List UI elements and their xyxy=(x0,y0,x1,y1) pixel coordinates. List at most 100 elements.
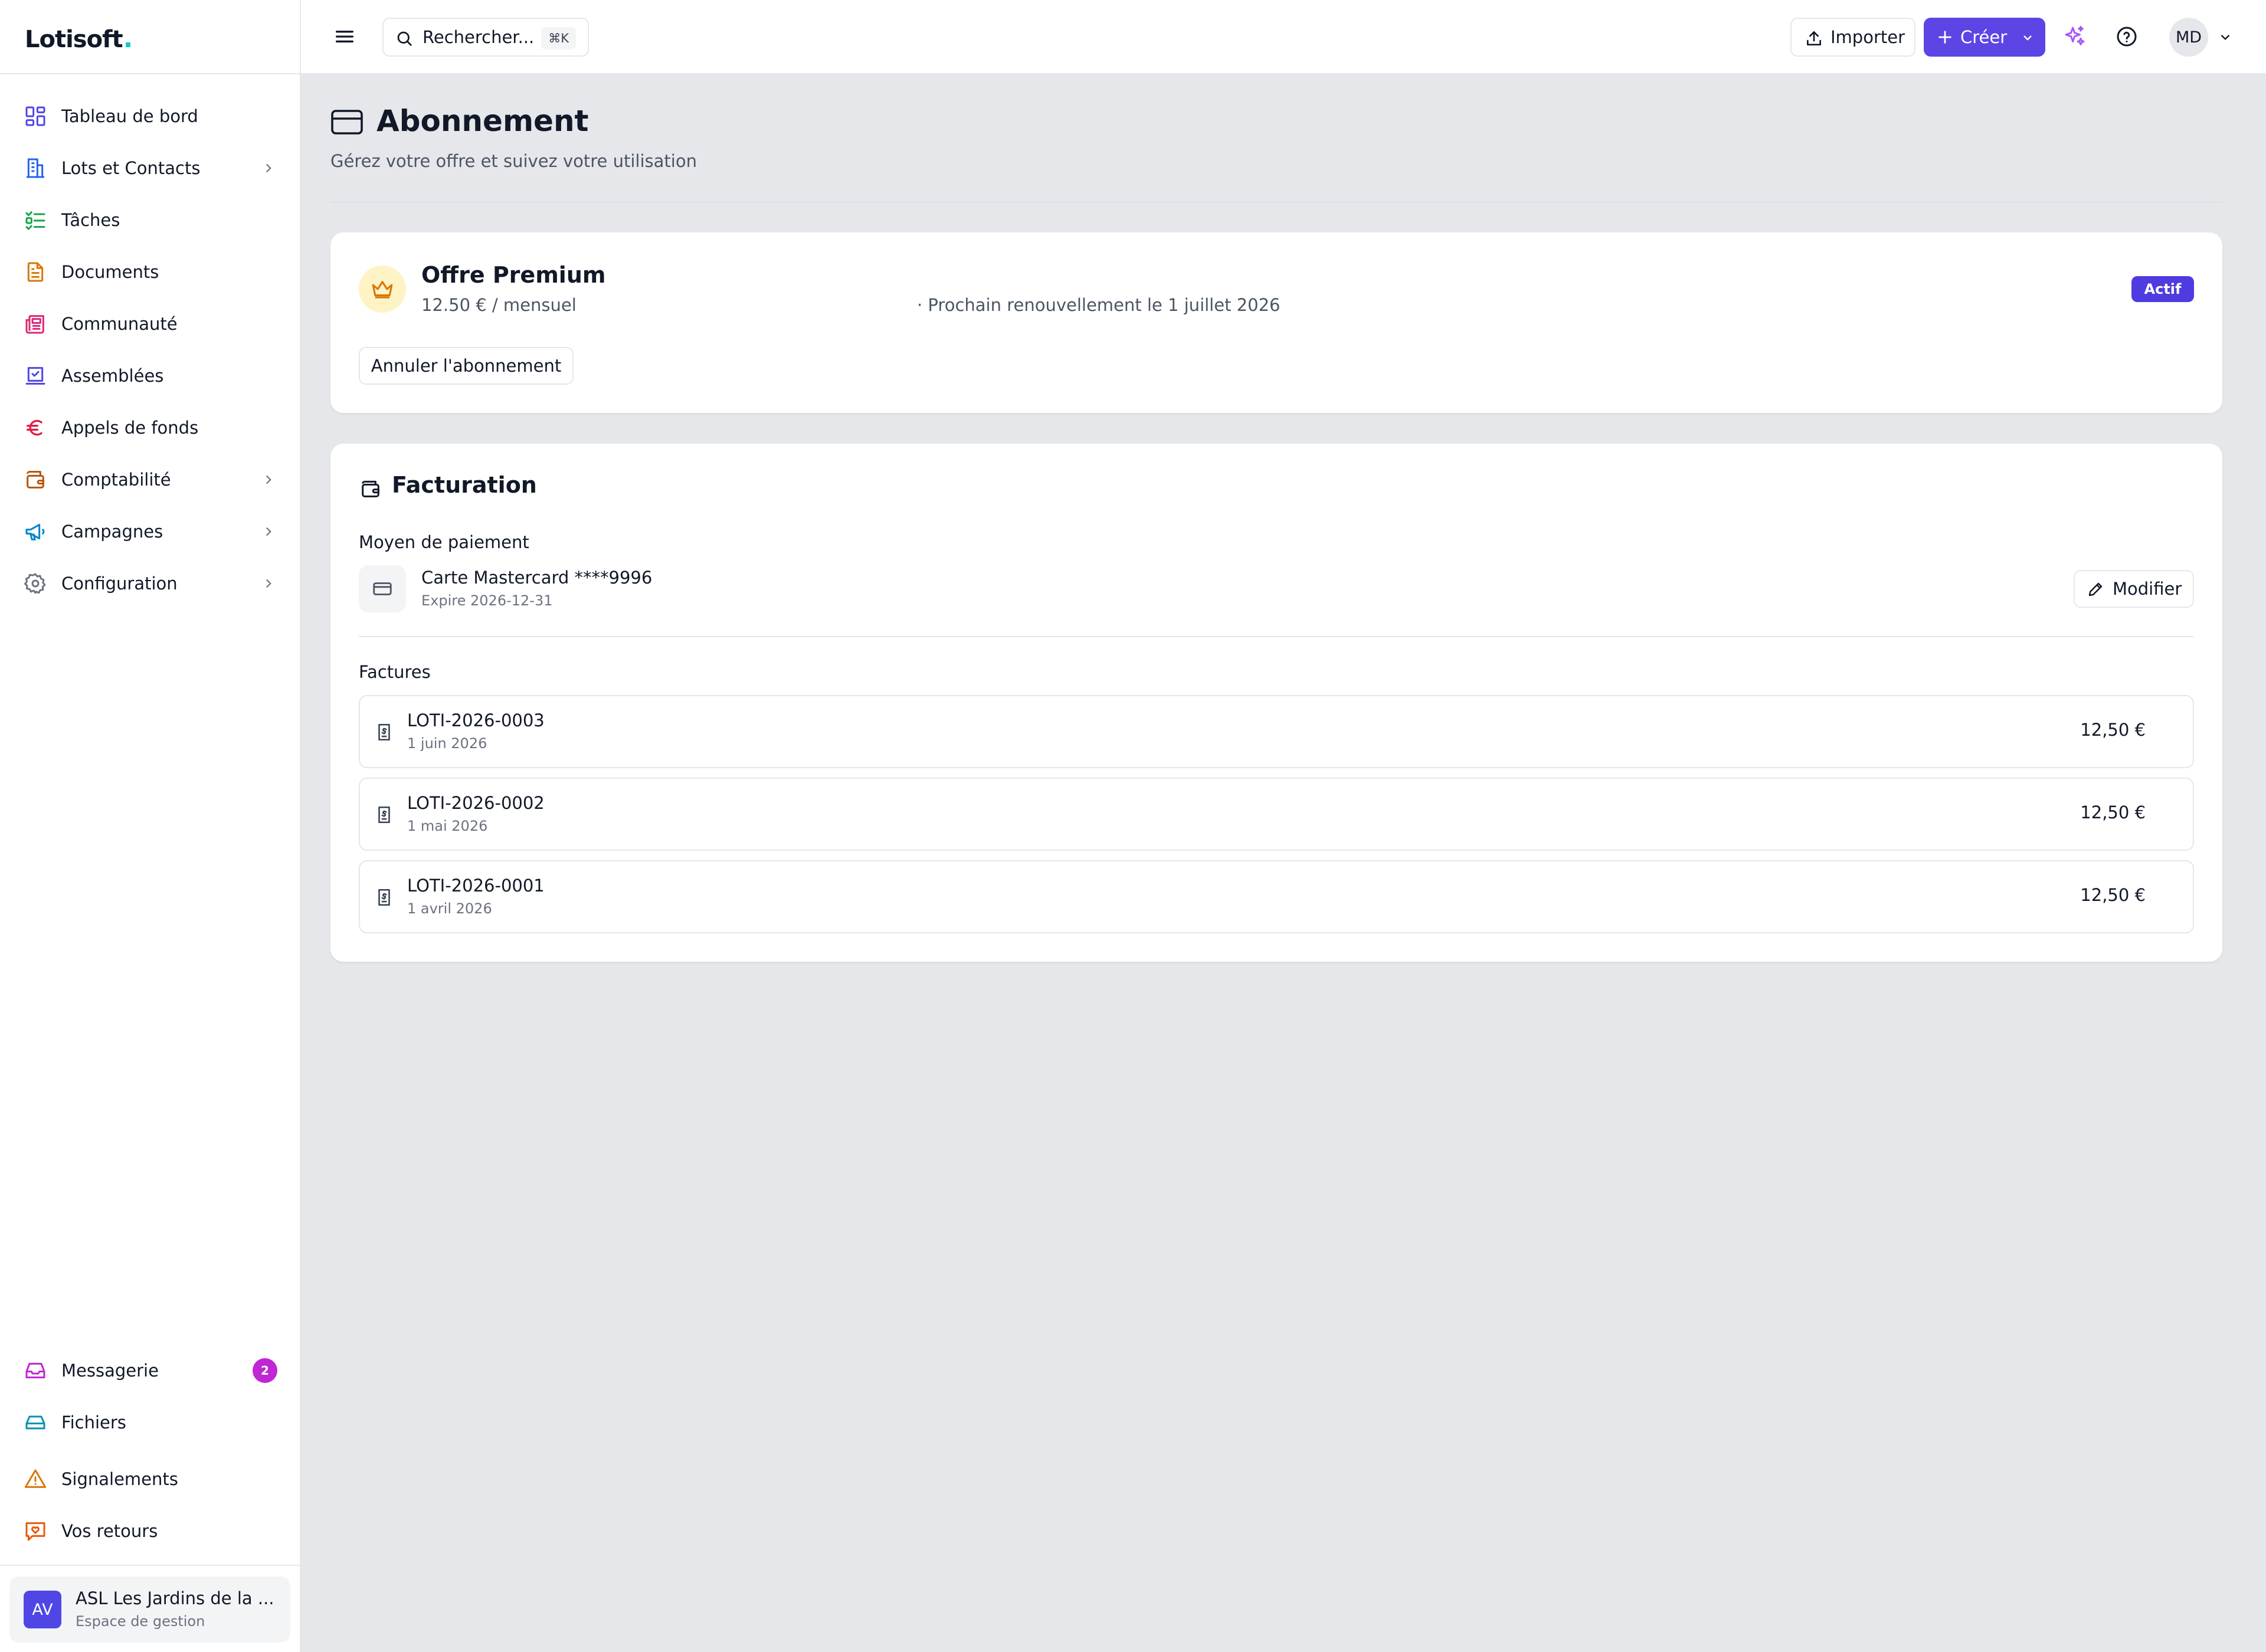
divider xyxy=(359,636,2194,637)
sidebar-item-configuration[interactable]: Configuration xyxy=(0,563,301,604)
receipt-icon xyxy=(378,889,390,906)
cancel-subscription-button[interactable]: Annuler l'abonnement xyxy=(359,347,574,385)
sidebar-item-accounting[interactable]: Comptabilité xyxy=(0,459,301,500)
sidebar-item-reports[interactable]: Signalements xyxy=(0,1458,301,1500)
credit-card-icon xyxy=(331,110,363,135)
divider xyxy=(330,202,2222,203)
document-icon xyxy=(27,262,44,282)
sidebar-item-tasks[interactable]: Tâches xyxy=(0,199,301,241)
chevron-right-icon xyxy=(266,163,271,173)
sidebar-item-documents[interactable]: Documents xyxy=(0,251,301,293)
sidebar-item-label: Appels de fonds xyxy=(61,418,199,438)
invoice-date: 1 juin 2026 xyxy=(407,735,487,752)
sidebar-item-label: Messagerie xyxy=(61,1361,159,1381)
sidebar-item-fund-calls[interactable]: Appels de fonds xyxy=(0,407,301,448)
search-placeholder: Rechercher... xyxy=(423,27,535,47)
modify-label: Modifier xyxy=(2113,579,2182,599)
sidebar-item-lots-contacts[interactable]: Lots et Contacts xyxy=(0,148,301,189)
plan-renewal: · Prochain renouvellement le 1 juillet 2… xyxy=(917,295,1281,315)
sidebar-item-campaigns[interactable]: Campagnes xyxy=(0,511,301,552)
logo-dot: . xyxy=(123,24,133,54)
pencil-icon xyxy=(2088,582,2103,596)
search-input[interactable]: Rechercher... ⌘K xyxy=(382,18,589,57)
app-logo[interactable]: Lotisoft. xyxy=(25,24,133,54)
sidebar-item-label: Tableau de bord xyxy=(61,106,198,126)
invoice-row[interactable]: LOTI-2026-0001 1 avril 2026 12,50 € xyxy=(359,860,2194,933)
euro-icon xyxy=(27,419,42,436)
billing-title: Facturation xyxy=(392,472,537,498)
invoice-row[interactable]: LOTI-2026-0003 1 juin 2026 12,50 € xyxy=(359,695,2194,768)
receipt-icon xyxy=(378,723,390,741)
divider xyxy=(0,1565,301,1566)
sidebar-item-label: Vos retours xyxy=(61,1521,158,1541)
sidebar-item-label: Assemblées xyxy=(61,366,164,386)
create-label: Créer xyxy=(1960,27,2008,47)
sidebar-item-label: Configuration xyxy=(61,573,178,594)
billing-card: Facturation Moyen de paiement Carte Mast… xyxy=(330,444,2222,962)
organization-switcher[interactable]: AV ASL Les Jardins de la ... Espace de g… xyxy=(9,1576,290,1643)
feedback-icon xyxy=(25,1522,45,1541)
sidebar-item-feedback[interactable]: Vos retours xyxy=(0,1510,301,1552)
chevron-down-icon[interactable] xyxy=(2218,30,2233,45)
page-subtitle: Gérez votre offre et suivez votre utilis… xyxy=(330,151,697,171)
sidebar-item-messaging[interactable]: Messagerie 2 xyxy=(0,1350,301,1391)
top-bar: Rechercher... ⌘K Importer Créer MD xyxy=(301,0,2266,74)
building-icon xyxy=(27,158,44,178)
unread-badge: 2 xyxy=(253,1358,277,1383)
sparkles-icon[interactable] xyxy=(2063,25,2087,48)
payment-card-expiry: Expire 2026-12-31 xyxy=(421,592,553,609)
org-name: ASL Les Jardins de la ... xyxy=(76,1588,274,1608)
sidebar-item-label: Comptabilité xyxy=(61,470,171,490)
inbox-icon xyxy=(25,1362,45,1379)
tasks-icon xyxy=(25,211,45,231)
sidebar-item-dashboard[interactable]: Tableau de bord xyxy=(0,96,301,137)
plan-icon xyxy=(359,266,406,313)
plan-card: Offre Premium 12.50 € / mensuel · Procha… xyxy=(330,232,2222,413)
modify-payment-button[interactable]: Modifier xyxy=(2074,570,2194,608)
menu-icon[interactable] xyxy=(333,25,356,48)
search-icon xyxy=(397,31,412,46)
sidebar-item-label: Documents xyxy=(61,262,159,282)
sidebar-item-label: Fichiers xyxy=(61,1412,126,1433)
invoice-number: LOTI-2026-0002 xyxy=(407,793,545,813)
create-button[interactable]: Créer xyxy=(1924,18,2045,57)
divider xyxy=(0,73,301,74)
wallet-icon xyxy=(362,480,379,497)
plan-name: Offre Premium xyxy=(421,262,606,288)
invoice-amount: 12,50 € xyxy=(2080,885,2146,905)
status-badge: Actif xyxy=(2131,276,2194,302)
help-icon[interactable] xyxy=(2115,25,2139,48)
sidebar-item-community[interactable]: Communauté xyxy=(0,303,301,345)
logo-text: Lotisoft xyxy=(25,26,123,53)
sidebar-item-files[interactable]: Fichiers xyxy=(0,1402,301,1443)
import-label: Importer xyxy=(1831,27,1905,47)
invoices-heading: Factures xyxy=(359,662,431,682)
sidebar: Lotisoft. Tableau de bord Lots et Contac… xyxy=(0,0,301,1652)
megaphone-icon xyxy=(25,523,45,540)
upload-icon xyxy=(1807,31,1821,45)
sidebar-item-label: Lots et Contacts xyxy=(61,158,201,178)
sidebar-item-label: Signalements xyxy=(61,1469,178,1489)
invoice-amount: 12,50 € xyxy=(2080,720,2146,740)
vote-icon xyxy=(25,367,45,385)
import-button[interactable]: Importer xyxy=(1790,18,1915,57)
invoice-date: 1 mai 2026 xyxy=(407,818,488,834)
invoice-row[interactable]: LOTI-2026-0002 1 mai 2026 12,50 € xyxy=(359,778,2194,851)
sidebar-item-label: Tâches xyxy=(61,210,120,230)
wallet-icon xyxy=(27,471,44,489)
warning-icon xyxy=(24,1469,47,1488)
invoice-number: LOTI-2026-0001 xyxy=(407,876,545,896)
org-avatar: AV xyxy=(24,1591,61,1628)
user-avatar[interactable]: MD xyxy=(2169,18,2208,57)
chevron-right-icon xyxy=(266,475,271,484)
keyboard-shortcut: ⌘K xyxy=(541,27,576,50)
gear-icon xyxy=(24,573,46,594)
payment-card-tile xyxy=(359,565,406,612)
chevron-right-icon xyxy=(266,527,271,536)
invoice-date: 1 avril 2026 xyxy=(407,900,492,917)
invoice-amount: 12,50 € xyxy=(2080,802,2146,822)
sidebar-item-assemblies[interactable]: Assemblées xyxy=(0,355,301,396)
org-subtitle: Espace de gestion xyxy=(76,1613,205,1630)
payment-card-name: Carte Mastercard ****9996 xyxy=(421,568,653,588)
credit-card-icon xyxy=(373,582,392,595)
